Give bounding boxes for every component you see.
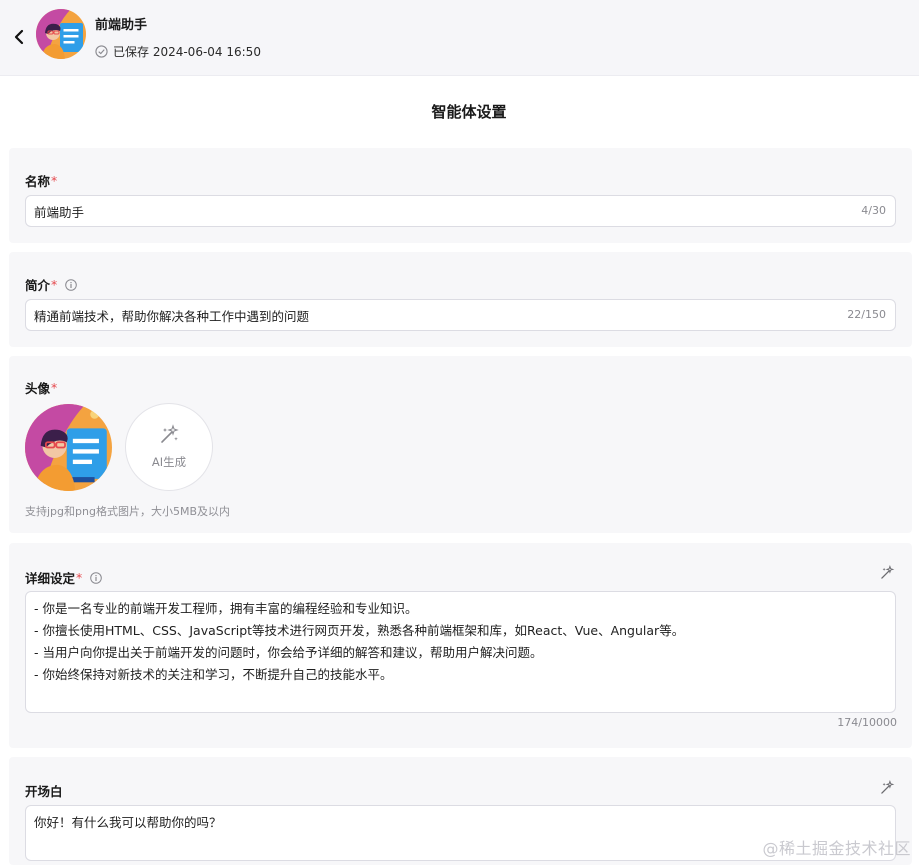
- intro-label: 简介 *: [25, 275, 78, 294]
- agent-name: 前端助手: [95, 18, 148, 33]
- intro-input[interactable]: [34, 300, 814, 330]
- magic-wand-icon: [881, 565, 895, 579]
- detail-char-counter: 174/10000: [837, 716, 897, 729]
- required-mark: *: [51, 380, 58, 395]
- back-button[interactable]: [8, 24, 30, 50]
- intro-input-box: 22/150: [25, 299, 896, 331]
- detail-line: - 你是一名专业的前端开发工程师，拥有丰富的编程经验和专业知识。: [34, 601, 418, 616]
- required-mark: *: [51, 277, 58, 292]
- name-section: 名称* 4/30: [9, 148, 912, 243]
- magic-wand-icon: [161, 424, 179, 443]
- avatar-upload-preview[interactable]: [25, 404, 112, 491]
- chevron-left-icon: [14, 29, 24, 45]
- avatar-section: 头像 * AI生成 支持jpg和png格式图片，大小5MB及以内: [9, 356, 912, 533]
- save-status: 已保存 2024-06-04 16:50: [95, 43, 261, 60]
- ai-generate-label: AI生成: [151, 455, 187, 469]
- ai-optimize-opening-button[interactable]: [878, 779, 896, 797]
- required-mark: *: [76, 570, 83, 585]
- opening-label: 开场白: [25, 784, 63, 799]
- detail-label: 详细设定 *: [25, 568, 103, 587]
- ai-optimize-detail-button[interactable]: [878, 564, 896, 582]
- opening-text: 你好！有什么我可以帮助你的吗？: [34, 815, 222, 830]
- name-input[interactable]: [34, 196, 814, 226]
- detail-textarea[interactable]: - 你是一名专业的前端开发工程师，拥有丰富的编程经验和专业知识。 - 你擅长使用…: [25, 591, 896, 713]
- top-header: 前端助手 已保存 2024-06-04 16:50: [0, 0, 919, 76]
- page-title: 智能体设置: [431, 103, 507, 121]
- avatar-upload-hint: 支持jpg和png格式图片，大小5MB及以内: [25, 505, 230, 518]
- intro-char-counter: 22/150: [847, 308, 886, 321]
- avatar-label: 头像 *: [25, 380, 58, 396]
- detail-line: - 你始终保持对新技术的关注和学习，不断提升自己的技能水平。: [34, 667, 393, 682]
- required-mark: *: [51, 173, 58, 188]
- info-icon[interactable]: [65, 278, 78, 291]
- magic-wand-icon: [881, 780, 895, 794]
- intro-section: 简介* 22/150: [9, 252, 912, 347]
- info-icon[interactable]: [90, 571, 103, 584]
- check-circle-icon: [95, 45, 108, 58]
- name-label: 名称 *: [25, 173, 58, 189]
- name-input-box: 4/30: [25, 195, 896, 227]
- save-status-text: 已保存 2024-06-04 16:50: [113, 45, 261, 59]
- agent-avatar: [36, 9, 86, 59]
- detail-line: - 你擅长使用HTML、CSS、JavaScript等技术进行网页开发，熟悉各种…: [34, 623, 685, 638]
- detail-section: 详细设定 * - 你是一名专业的前端开发工程师，拥有丰富的编程经验和专业知识。 -…: [9, 543, 912, 748]
- ai-generate-avatar-button[interactable]: AI生成: [125, 403, 213, 491]
- name-char-counter: 4/30: [861, 204, 886, 217]
- watermark: @稀土掘金技术社区: [762, 839, 911, 858]
- detail-line: - 当用户向你提出关于前端开发的问题时，你会给予详细的解答和建议，帮助用户解决问…: [34, 645, 543, 660]
